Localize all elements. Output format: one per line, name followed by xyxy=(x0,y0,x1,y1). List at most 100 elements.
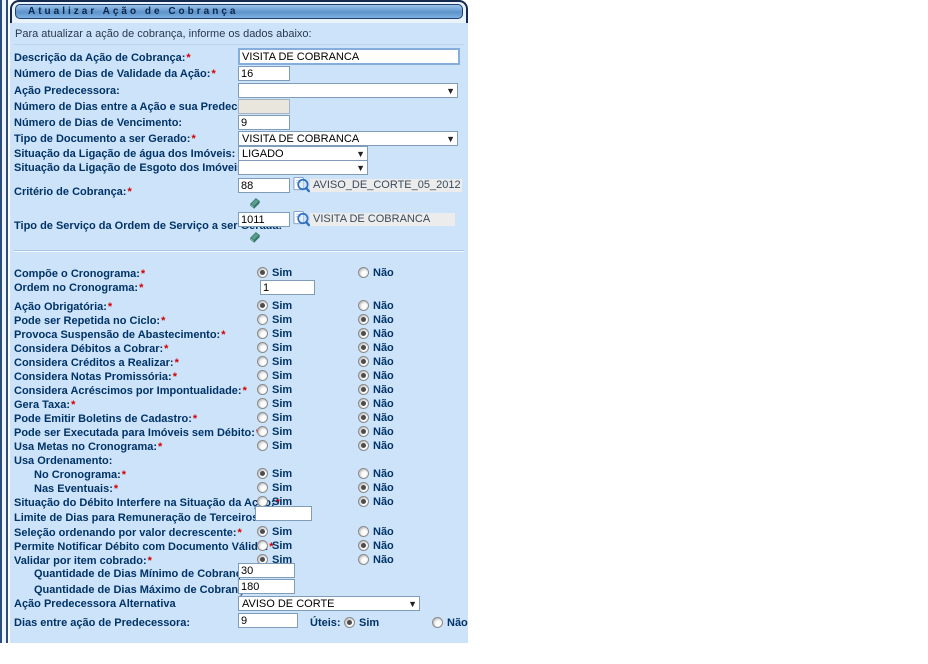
debitos-nao-radio[interactable] xyxy=(358,342,369,353)
selected-value: VISITA DE COBRANCA xyxy=(242,133,359,145)
ordem-cronograma-label: Ordem no Cronograma:* xyxy=(14,282,143,294)
required-asterisk: * xyxy=(122,469,126,481)
debitos-sim-radio[interactable] xyxy=(257,342,268,353)
acao-predecessora-select[interactable]: ▼ xyxy=(238,83,458,98)
sim-label: Sim xyxy=(272,468,292,480)
row-tipo-documento: Tipo de Documento a ser Gerado:* VISITA … xyxy=(10,131,468,147)
descricao-input[interactable] xyxy=(238,48,460,65)
notas-sim-radio[interactable] xyxy=(257,370,268,381)
sim-label: Sim xyxy=(272,314,292,326)
obrigatoria-sim-radio[interactable] xyxy=(257,300,268,311)
required-asterisk: * xyxy=(71,399,75,411)
nao-label: Não xyxy=(373,540,394,552)
nao-label: Não xyxy=(373,342,394,354)
boletins-sim-radio[interactable] xyxy=(257,412,268,423)
tipo-servico-lookup-icon[interactable] xyxy=(293,210,310,227)
permite-nao-radio[interactable] xyxy=(358,540,369,551)
panel-title-bar: Atualizar Ação de Cobrança xyxy=(15,4,463,19)
qtd-max-input[interactable] xyxy=(238,579,295,594)
vencimento-label: Número de Dias de Vencimento: xyxy=(14,117,182,129)
ligacao-esgoto-select[interactable]: ▼ xyxy=(238,160,368,175)
taxa-nao-radio[interactable] xyxy=(358,398,369,409)
boletins-nao-radio[interactable] xyxy=(358,412,369,423)
nao-label: Não xyxy=(373,440,394,452)
nao-label: Não xyxy=(373,468,394,480)
tipo-documento-label: Tipo de Documento a ser Gerado:* xyxy=(14,133,196,145)
nao-label: Não xyxy=(373,526,394,538)
dropdown-arrow-icon: ▼ xyxy=(356,149,365,159)
creditos-nao-radio[interactable] xyxy=(358,356,369,367)
provoca-label: Provoca Suspensão de Abastecimento:* xyxy=(14,329,226,341)
required-asterisk: * xyxy=(127,186,131,198)
acrescimos-sim-radio[interactable] xyxy=(257,384,268,395)
dias-entre-acao-input[interactable] xyxy=(238,613,298,628)
taxa-sim-radio[interactable] xyxy=(257,398,268,409)
repetida-nao-radio[interactable] xyxy=(358,314,369,325)
metas-nao-radio[interactable] xyxy=(358,440,369,451)
nao-label: Não xyxy=(373,482,394,494)
required-asterisk: * xyxy=(141,268,145,280)
dropdown-arrow-icon: ▼ xyxy=(408,599,417,609)
form-panel: Atualizar Ação de Cobrança Para atualiza… xyxy=(10,0,468,643)
tipo-servico-eraser-icon[interactable] xyxy=(248,230,262,244)
outer-frame-left-edge xyxy=(0,0,8,643)
qtd-min-input[interactable] xyxy=(238,563,295,578)
uteis-sim-radio[interactable] xyxy=(344,617,355,628)
compoe-sim-radio[interactable] xyxy=(257,267,268,278)
executada-nao-radio[interactable] xyxy=(358,426,369,437)
ordem-cronograma-input[interactable] xyxy=(260,280,315,295)
criterio-result-text: AVISO_DE_CORTE_05_2012 xyxy=(310,179,462,192)
tipo-servico-result-text: VISITA DE COBRANCA xyxy=(310,213,455,226)
tipo-servico-code-input[interactable] xyxy=(238,212,290,227)
provoca-sim-radio[interactable] xyxy=(257,328,268,339)
compoe-nao-radio[interactable] xyxy=(358,267,369,278)
selecao-sim-radio[interactable] xyxy=(257,526,268,537)
executada-label: Pode ser Executada para Imóveis sem Débi… xyxy=(14,427,260,439)
vencimento-input[interactable] xyxy=(238,115,290,130)
criterio-lookup-icon[interactable] xyxy=(293,176,310,193)
acrescimos-label: Considera Acréscimos por Impontualidade:… xyxy=(14,385,247,397)
no-cronograma-nao-radio[interactable] xyxy=(358,468,369,479)
nao-label: Não xyxy=(373,328,394,340)
uteis-nao-radio[interactable] xyxy=(432,617,443,628)
dropdown-arrow-icon: ▼ xyxy=(356,163,365,173)
obrigatoria-nao-radio[interactable] xyxy=(358,300,369,311)
row-dias-entre-acao: Dias entre ação de Predecessora: Úteis: … xyxy=(10,613,468,631)
criterio-code-input[interactable] xyxy=(238,178,290,193)
repetida-label: Pode ser Repetida no Ciclo:* xyxy=(14,315,165,327)
no-cronograma-sim-radio[interactable] xyxy=(257,468,268,479)
selecao-nao-radio[interactable] xyxy=(358,526,369,537)
pred-alternativa-select[interactable]: AVISO DE CORTE ▼ xyxy=(238,596,420,611)
criterio-eraser-icon[interactable] xyxy=(248,196,262,210)
descricao-label: Descrição da Ação de Cobrança:* xyxy=(14,52,191,64)
limite-dias-input[interactable] xyxy=(255,506,312,521)
acrescimos-nao-radio[interactable] xyxy=(358,384,369,395)
nas-eventuais-sim-radio[interactable] xyxy=(257,482,268,493)
validade-label: Número de Dias de Validade da Ação:* xyxy=(14,68,216,80)
required-asterisk: * xyxy=(158,441,162,453)
nao-label: Não xyxy=(373,300,394,312)
validade-input[interactable] xyxy=(238,66,290,81)
metas-sim-radio[interactable] xyxy=(257,440,268,451)
repetida-sim-radio[interactable] xyxy=(257,314,268,325)
notas-nao-radio[interactable] xyxy=(358,370,369,381)
row-dias-entre-predecessora: Número de Dias entre a Ação e sua Predec… xyxy=(10,99,468,115)
creditos-sim-radio[interactable] xyxy=(257,356,268,367)
required-asterisk: * xyxy=(211,68,215,80)
required-asterisk: * xyxy=(173,371,177,383)
sim-label: Sim xyxy=(272,300,292,312)
uteis-label: Úteis: xyxy=(310,617,341,629)
ligacao-agua-select[interactable]: LIGADO ▼ xyxy=(238,146,368,161)
row-descricao: Descrição da Ação de Cobrança:* xyxy=(10,48,468,64)
provoca-nao-radio[interactable] xyxy=(358,328,369,339)
row-validade: Número de Dias de Validade da Ação:* xyxy=(10,66,468,82)
limite-dias-label: Limite de Dias para Remuneração de Terce… xyxy=(14,512,262,524)
nao-label: Não xyxy=(373,314,394,326)
nas-eventuais-nao-radio[interactable] xyxy=(358,482,369,493)
sim-label: Sim xyxy=(272,412,292,424)
executada-sim-radio[interactable] xyxy=(257,426,268,437)
required-asterisk: * xyxy=(191,133,195,145)
tipo-documento-select[interactable]: VISITA DE COBRANCA ▼ xyxy=(238,131,458,146)
permite-sim-radio[interactable] xyxy=(257,540,268,551)
sim-label: Sim xyxy=(272,540,292,552)
